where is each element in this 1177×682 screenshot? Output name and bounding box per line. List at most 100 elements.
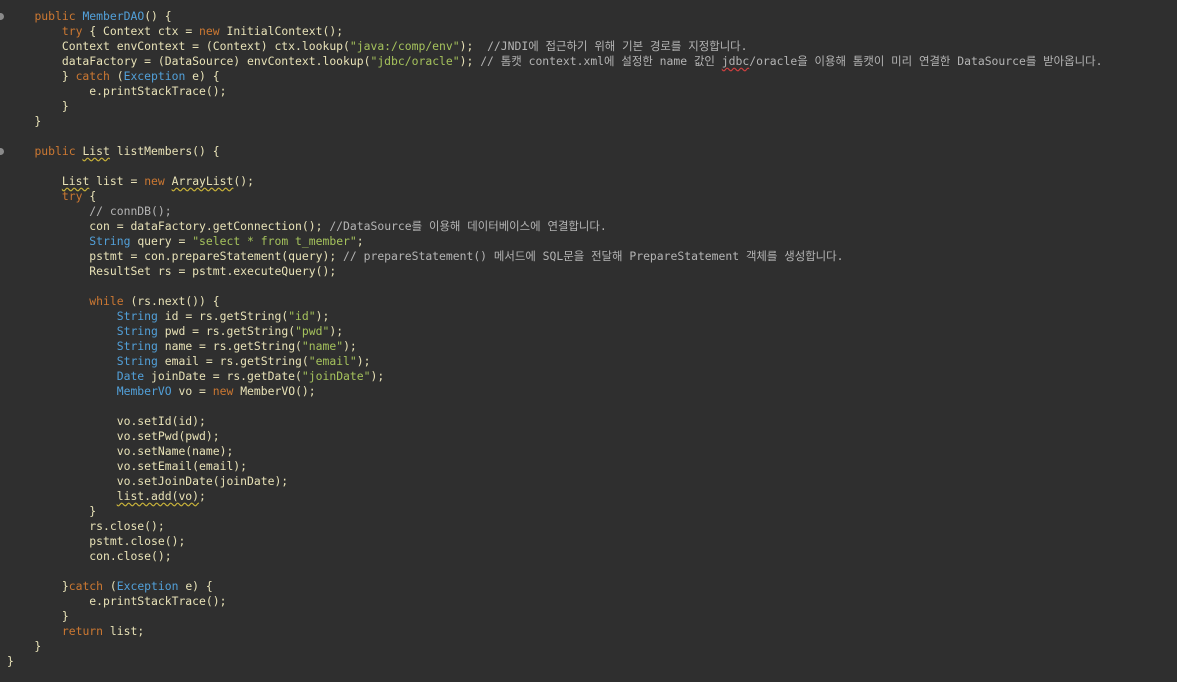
code-token: "java:/comp/env" <box>349 39 460 53</box>
code-line[interactable]: public List listMembers() { <box>7 144 1177 159</box>
code-line[interactable]: try { Context ctx = new InitialContext()… <box>7 24 1177 39</box>
code-token: "name" <box>301 339 344 353</box>
code-token: try <box>61 189 90 203</box>
code-token: } <box>7 114 42 128</box>
code-token: email = rs.getString( <box>164 354 309 368</box>
code-line[interactable]: public MemberDAO() { <box>7 9 1177 24</box>
code-token: pstmt.close(); <box>7 534 186 548</box>
code-line[interactable] <box>7 399 1177 414</box>
code-line[interactable]: con = dataFactory.getConnection(); //Dat… <box>7 219 1177 234</box>
code-line[interactable]: } <box>7 99 1177 114</box>
code-line[interactable]: } <box>7 504 1177 519</box>
code-token: InitialContext(); <box>226 24 344 38</box>
code-area[interactable]: public MemberDAO() { try { Context ctx =… <box>7 9 1177 669</box>
code-line[interactable]: }catch (Exception e) { <box>7 579 1177 594</box>
code-token: list.add(vo) <box>116 489 200 503</box>
code-token: MemberVO <box>116 384 179 398</box>
code-line[interactable]: vo.setId(id); <box>7 414 1177 429</box>
code-line[interactable]: con.close(); <box>7 549 1177 564</box>
code-line[interactable]: vo.setPwd(pwd); <box>7 429 1177 444</box>
code-token: vo.setPwd(pwd); <box>7 429 220 443</box>
code-line[interactable]: } catch (Exception e) { <box>7 69 1177 84</box>
code-token: "email" <box>308 354 357 368</box>
code-token: { <box>89 189 97 203</box>
code-line[interactable]: // connDB(); <box>7 204 1177 219</box>
code-line[interactable]: vo.setJoinDate(joinDate); <box>7 474 1177 489</box>
code-token: name = rs.getString( <box>164 339 302 353</box>
code-token: joinDate = rs.getDate( <box>151 369 302 383</box>
code-line[interactable]: String email = rs.getString("email"); <box>7 354 1177 369</box>
code-line[interactable]: pstmt.close(); <box>7 534 1177 549</box>
code-token: catch <box>75 69 117 83</box>
code-line[interactable] <box>7 159 1177 174</box>
code-line[interactable]: while (rs.next()) { <box>7 294 1177 309</box>
code-token: String <box>116 354 165 368</box>
code-line[interactable] <box>7 279 1177 294</box>
code-line[interactable]: String id = rs.getString("id"); <box>7 309 1177 324</box>
code-token: ( <box>109 579 117 593</box>
code-token: (); <box>233 174 254 188</box>
code-line[interactable]: Date joinDate = rs.getDate("joinDate"); <box>7 369 1177 384</box>
code-token: e.printStackTrace(); <box>7 594 227 608</box>
code-line[interactable]: String name = rs.getString("name"); <box>7 339 1177 354</box>
code-token: id = rs.getString( <box>164 309 289 323</box>
code-line[interactable]: MemberVO vo = new MemberVO(); <box>7 384 1177 399</box>
code-token: ); <box>343 339 357 353</box>
code-line[interactable]: dataFactory = (DataSource) envContext.lo… <box>7 54 1177 69</box>
code-token: List <box>82 144 110 158</box>
code-token: ); <box>459 54 481 68</box>
code-line[interactable]: e.printStackTrace(); <box>7 594 1177 609</box>
code-line[interactable]: return list; <box>7 624 1177 639</box>
code-line[interactable]: vo.setEmail(email); <box>7 459 1177 474</box>
fold-marker-icon[interactable] <box>0 148 4 155</box>
code-line[interactable]: rs.close(); <box>7 519 1177 534</box>
code-line[interactable]: try { <box>7 189 1177 204</box>
code-line[interactable]: e.printStackTrace(); <box>7 84 1177 99</box>
code-token: list; <box>109 624 145 638</box>
code-token: } <box>7 654 14 668</box>
code-line[interactable]: } <box>7 114 1177 129</box>
code-token: vo.setEmail(email); <box>7 459 248 473</box>
code-token: ArrayList <box>171 174 234 188</box>
code-token: listMembers() { <box>109 144 220 158</box>
code-token: MemberDAO <box>82 9 145 23</box>
code-line[interactable]: vo.setName(name); <box>7 444 1177 459</box>
code-token: query = <box>137 234 193 248</box>
code-line[interactable]: ResultSet rs = pstmt.executeQuery(); <box>7 264 1177 279</box>
code-line[interactable]: String query = "select * from t_member"; <box>7 234 1177 249</box>
code-token: () { <box>144 9 172 23</box>
code-line[interactable]: } <box>7 609 1177 624</box>
code-token: vo = <box>178 384 213 398</box>
code-token: } <box>7 69 76 83</box>
code-line[interactable]: } <box>7 654 1177 669</box>
code-token: return <box>61 624 110 638</box>
code-token: List <box>61 174 90 188</box>
code-line[interactable]: } <box>7 639 1177 654</box>
code-token: } <box>7 579 69 593</box>
code-editor[interactable]: public MemberDAO() { try { Context ctx =… <box>0 0 1177 682</box>
code-line[interactable]: list.add(vo); <box>7 489 1177 504</box>
code-line[interactable] <box>7 129 1177 144</box>
code-token: while <box>89 294 131 308</box>
code-line[interactable]: List list = new ArrayList(); <box>7 174 1177 189</box>
code-token: dataFactory = (DataSource) envContext.lo… <box>7 54 371 68</box>
code-token: ; <box>356 234 364 248</box>
code-token: ResultSet rs = pstmt.executeQuery(); <box>7 264 337 278</box>
code-line[interactable]: pstmt = con.prepareStatement(query); // … <box>7 249 1177 264</box>
code-line[interactable]: Context envContext = (Context) ctx.looku… <box>7 39 1177 54</box>
code-token: String <box>116 309 165 323</box>
code-token: ( <box>116 69 124 83</box>
code-token: Exception <box>116 579 186 593</box>
fold-marker-icon[interactable] <box>0 13 4 20</box>
code-token: e) { <box>192 69 220 83</box>
code-token: "id" <box>288 309 316 323</box>
code-token: pstmt = con.prepareStatement(query); <box>7 249 344 263</box>
code-line[interactable]: String pwd = rs.getString("pwd"); <box>7 324 1177 339</box>
code-line[interactable] <box>7 564 1177 579</box>
